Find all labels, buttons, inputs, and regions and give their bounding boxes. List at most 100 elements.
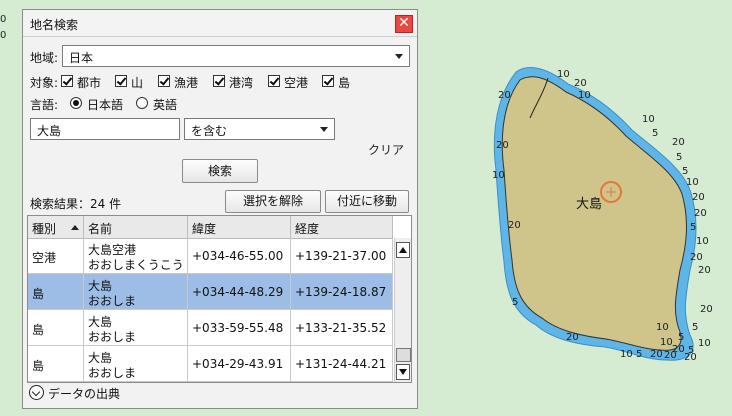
table-row[interactable]: 島 大島 おおしま +033-59-55.48 +133-21-35.52 [28,310,393,346]
column-header-latitude[interactable]: 緯度 [188,216,291,238]
cell-longitude: +133-21-35.52 [295,321,387,335]
depth-label: 10 [656,322,669,333]
place-search-dialog: 地名検索 ✕ 地域: 日本 対象: 都市 山 漁港 港湾 空港 島 言語: 日本… [22,9,418,409]
dialog-title: 地名検索 [30,18,79,32]
depth-label: 5 [688,345,694,356]
scroll-down-icon[interactable] [396,364,410,380]
column-header-label: 種別 [32,222,57,236]
depth-label: 10 [492,170,505,181]
match-mode-select[interactable]: を含む [184,118,335,140]
table-row[interactable]: 空港 大島空港 おおしまくうこう +034-46-55.00 +139-21-37… [28,238,393,274]
cell-longitude: +131-24-44.21 [295,357,387,371]
deselect-button[interactable]: 選択を解除 [225,190,321,213]
cell-kana: おおしま [88,330,137,344]
chevron-down-icon [320,127,328,132]
edge-number: 0 [0,30,7,41]
depth-label: 5 [690,222,696,233]
cell-type: 島 [32,287,45,301]
cell-kana: おおしまくうこう [88,258,184,272]
checkbox-box[interactable] [115,75,127,87]
depth-label: 20 [700,304,713,315]
column-header-label: 経度 [295,222,320,236]
cell-latitude: +034-46-55.00 [192,249,284,263]
expand-circle-icon[interactable] [29,385,44,400]
cell-kana: おおしま [88,294,137,308]
checkbox-box[interactable] [158,75,170,87]
close-icon: ✕ [398,15,410,31]
checkbox-box[interactable] [61,75,73,87]
cell-latitude: +034-44-48.29 [192,285,284,299]
cell-type: 空港 [32,251,57,265]
search-input-value: 大島 [37,124,62,138]
depth-label: 5 [692,322,698,333]
radio-button[interactable] [136,97,148,109]
depth-label: 5 [512,297,518,308]
depth-label: 20 [672,137,685,148]
checkbox-label: 都市 [77,76,102,90]
checkbox-label: 港湾 [229,76,254,90]
depth-label: 10 [620,349,633,360]
search-button[interactable]: 検索 [182,159,258,183]
depth-label: 5 [652,128,658,139]
cell-longitude: +139-21-37.00 [295,249,387,263]
chevron-down-icon [395,54,403,59]
result-count: 検索結果：24 件 [30,197,122,211]
depth-label: 20 [694,208,707,219]
language-label: 言語: [30,98,59,112]
radio-button[interactable] [70,97,82,109]
column-header-label: 名前 [88,222,113,236]
cell-kana: おおしま [88,366,137,380]
depth-label: 20 [566,332,579,343]
region-label: 地域: [30,51,59,65]
sort-asc-icon [71,225,79,230]
table-row-selected[interactable]: 島 大島 おおしま +034-44-48.29 +139-24-18.87 [28,274,393,310]
depth-label: 5 [678,332,684,343]
checkbox-box[interactable] [268,75,280,87]
dialog-titlebar[interactable]: 地名検索 ✕ [23,10,417,37]
depth-label: 20 [498,90,511,101]
column-header-type[interactable]: 種別 [28,216,84,238]
depth-label: 5 [676,152,682,163]
map-canvas[interactable]: 大島 10 20 10 5 20 10 5 5 10 20 10 20 5 10… [420,0,732,416]
search-input[interactable]: 大島 [30,118,180,140]
checkbox-box[interactable] [322,75,334,87]
cell-type: 島 [32,359,45,373]
table-row[interactable]: 島 大島 おおしま +034-29-43.91 +131-24-44.21 [28,346,393,382]
depth-label: 10 [686,177,699,188]
cell-type: 島 [32,323,45,337]
depth-label: 10 [578,90,591,101]
table-scrollbar[interactable] [394,238,411,382]
region-select[interactable]: 日本 [62,45,410,67]
depth-label: 20 [692,192,705,203]
depth-label: 10 [660,337,673,348]
checkbox-label: 山 [131,76,144,90]
column-header-name[interactable]: 名前 [84,216,188,238]
depth-label: 20 [496,140,509,151]
depth-label: 10 [557,69,570,80]
data-source-label: データの出典 [48,387,121,401]
goto-nearby-button[interactable]: 付近に移動 [325,190,409,213]
clear-link[interactable]: クリア [368,141,404,158]
checkbox-label: 空港 [284,76,309,90]
region-value: 日本 [69,51,94,65]
depth-label: 20 [690,252,703,263]
match-mode-value: を含む [191,124,228,138]
depth-label: 10 [642,114,655,125]
island-label: 大島 [576,197,602,212]
cell-longitude: +139-24-18.87 [295,285,387,299]
checkbox-box[interactable] [213,75,225,87]
depth-label: 20 [508,220,521,231]
depth-label: 20 [574,78,587,89]
scroll-up-icon[interactable] [396,242,410,258]
column-header-longitude[interactable]: 経度 [291,216,393,238]
cell-latitude: +033-59-55.48 [192,321,284,335]
depth-label: 5 [636,349,642,360]
depth-label: 10 [696,236,709,247]
scrollbar-thumb[interactable] [396,348,411,362]
radio-label: 日本語 [87,98,124,112]
map-view[interactable]: 大島 10 20 10 5 20 10 5 5 10 20 10 20 5 10… [420,0,732,416]
close-button[interactable]: ✕ [395,15,413,33]
depth-label: 20 [650,349,663,360]
radio-label: 英語 [153,98,178,112]
checkbox-label: 島 [338,76,351,90]
